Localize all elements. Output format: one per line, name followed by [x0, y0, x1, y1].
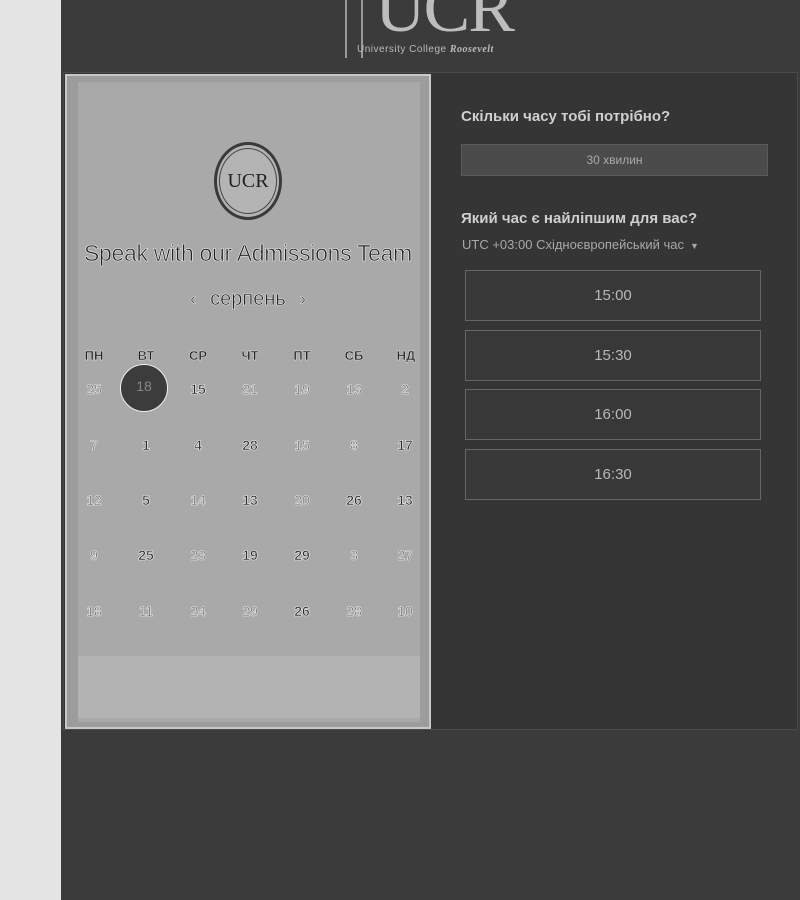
calendar-day[interactable]: 3 — [334, 547, 374, 564]
calendar-day[interactable]: 12 — [74, 492, 114, 509]
prev-month-icon[interactable]: ‹ — [176, 289, 210, 310]
calendar-day[interactable]: 8 — [334, 437, 374, 454]
calendar-day[interactable]: 24 — [178, 603, 218, 620]
duration-button[interactable]: 30 хвилин — [461, 144, 768, 176]
calendar-day[interactable]: 23 — [178, 547, 218, 564]
time-question: Який час є найліпшим для вас? — [461, 210, 698, 227]
ucr-emblem-icon: UCR — [214, 142, 282, 220]
weekday-wed: СР — [188, 348, 208, 363]
time-slot-button[interactable]: 16:00 — [465, 389, 761, 440]
calendar-day[interactable]: 26 — [282, 603, 322, 620]
calendar-day[interactable]: 13 — [230, 492, 270, 509]
weekday-header: ПН ВТ СР ЧТ ПТ СБ НД — [69, 348, 431, 366]
calendar-day[interactable]: 17 — [385, 437, 425, 454]
calendar-day[interactable]: 15 — [178, 381, 218, 398]
timezone-label: UTC +03:00 Східноєвропейський час — [462, 237, 684, 252]
logo-letters: UCR — [375, 0, 515, 47]
weekday-tue: ВТ — [137, 348, 155, 363]
weekday-sat: СБ — [344, 348, 364, 363]
time-slot-button[interactable]: 15:00 — [465, 270, 761, 321]
calendar-day[interactable]: 29 — [230, 603, 270, 620]
timezone-dropdown[interactable]: UTC +03:00 Східноєвропейський час ▼ — [462, 237, 699, 252]
calendar-day[interactable]: 2 — [385, 381, 425, 398]
calendar-day[interactable]: 27 — [385, 547, 425, 564]
calendar-day[interactable]: 20 — [282, 492, 322, 509]
calendar-day[interactable]: 28 — [334, 603, 374, 620]
calendar-day[interactable]: 28 — [230, 437, 270, 454]
calendar-day[interactable]: 13 — [334, 381, 374, 398]
calendar-day[interactable]: 15 — [282, 437, 322, 454]
calendar-day[interactable]: 13 — [385, 492, 425, 509]
calendar-day[interactable]: 11 — [126, 603, 166, 620]
calendar-panel: UCR Speak with our Admissions Team ‹ серп… — [65, 74, 431, 729]
calendar-day[interactable]: 10 — [385, 603, 425, 620]
selected-day-label[interactable]: 18 — [120, 378, 168, 394]
caret-down-icon: ▼ — [689, 241, 699, 251]
calendar-day[interactable]: 9 — [74, 547, 114, 564]
month-label: серпень — [210, 288, 286, 311]
calendar-footer-bg — [78, 656, 420, 718]
calendar-day[interactable]: 1 — [126, 437, 166, 454]
calendar-day[interactable]: 19 — [282, 381, 322, 398]
calendar-title: Speak with our Admissions Team — [83, 240, 413, 267]
weekday-sun: НД — [396, 348, 416, 363]
ucr-header-logo[interactable]: UCR University College Roosevelt — [343, 0, 523, 62]
calendar-day[interactable]: 18 — [74, 603, 114, 620]
calendar-day[interactable]: 26 — [334, 492, 374, 509]
calendar-day[interactable]: 25 — [74, 381, 114, 398]
calendar-day[interactable]: 25 — [126, 547, 166, 564]
weekday-thu: ЧТ — [241, 348, 259, 363]
left-gray-strip — [0, 0, 61, 900]
calendar-day[interactable]: 14 — [178, 492, 218, 509]
calendar-day[interactable]: 7 — [74, 437, 114, 454]
emblem-text: UCR — [219, 148, 277, 214]
duration-question: Скільки часу тобі потрібно? — [461, 108, 671, 125]
calendar-day[interactable]: 5 — [126, 492, 166, 509]
weekday-fri: ПТ — [293, 348, 311, 363]
booking-panel: Скільки часу тобі потрібно? 30 хвилин Як… — [431, 74, 797, 729]
weekday-mon: ПН — [84, 348, 104, 363]
calendar-day[interactable]: 29 — [282, 547, 322, 564]
logo-subtitle: University College Roosevelt — [357, 44, 494, 55]
next-month-icon[interactable]: › — [286, 289, 320, 310]
calendar-day[interactable]: 4 — [178, 437, 218, 454]
month-navigator: ‹ серпень › — [67, 288, 429, 311]
time-slot-button[interactable]: 15:30 — [465, 330, 761, 381]
time-slot-button[interactable]: 16:30 — [465, 449, 761, 500]
calendar-day[interactable]: 19 — [230, 547, 270, 564]
calendar-day[interactable]: 21 — [230, 381, 270, 398]
